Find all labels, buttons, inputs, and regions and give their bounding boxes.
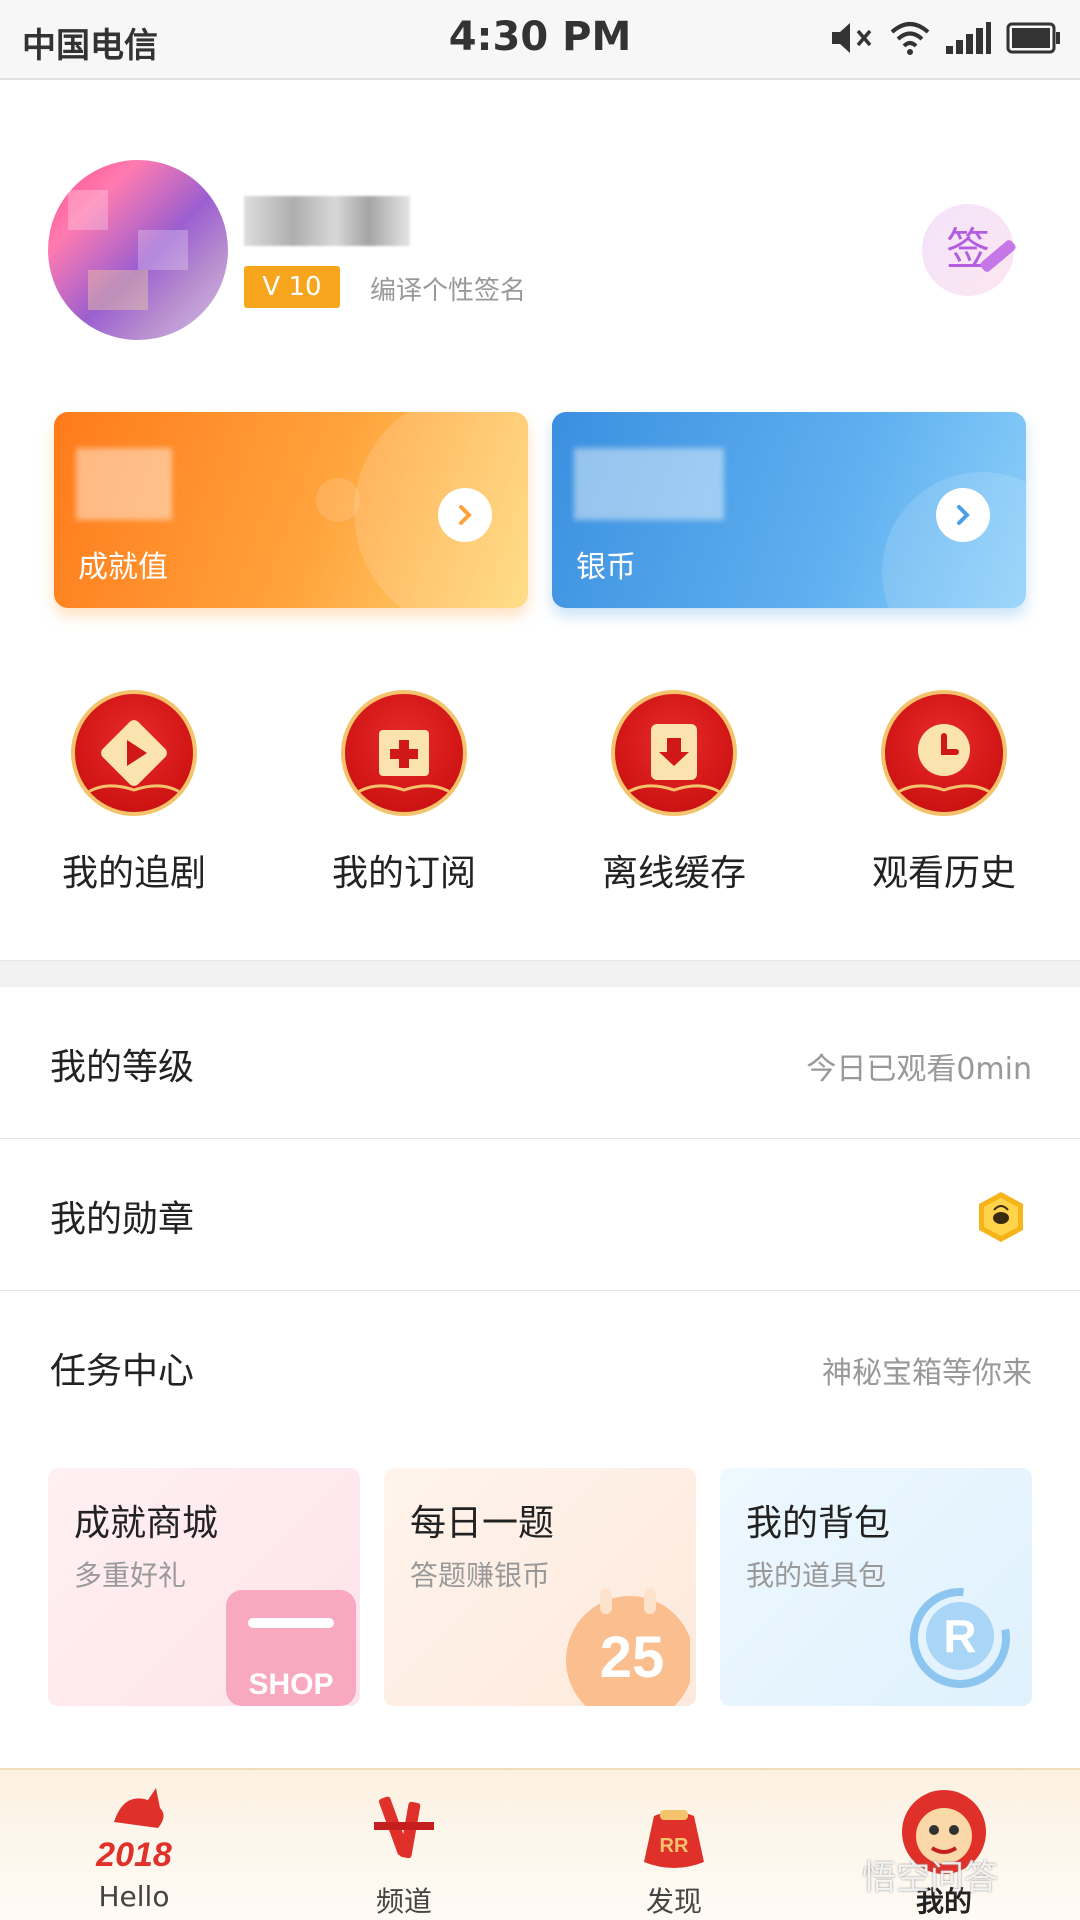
nickname-pixelated <box>244 196 410 246</box>
quick-offline-cache[interactable]: 离线缓存 <box>574 690 774 896</box>
task-card-my-backpack[interactable]: 我的背包 我的道具包 R <box>720 1468 1032 1706</box>
achievement-label: 成就值 <box>78 550 168 585</box>
silver-coin-value-pixelated <box>574 448 724 520</box>
status-icons <box>828 18 1062 58</box>
avatar[interactable] <box>48 160 228 340</box>
quick-my-series[interactable]: 我的追剧 <box>34 690 234 896</box>
row-hint: 神秘宝箱等你来 <box>822 1356 1032 1391</box>
task-subtitle: 答题赚银币 <box>410 1559 551 1592</box>
backpack-icon: R <box>890 1568 1020 1698</box>
battery-icon <box>1006 21 1062 55</box>
download-icon <box>611 690 737 816</box>
quick-watch-history[interactable]: 观看历史 <box>844 690 1044 896</box>
firecracker-icon <box>354 1782 454 1878</box>
task-title: 成就商城 <box>74 1503 219 1544</box>
svg-text:SHOP: SHOP <box>248 1668 333 1701</box>
silver-coin-label: 银币 <box>576 550 636 585</box>
achievement-card[interactable]: 成就值 <box>54 412 528 608</box>
dog-2018-icon: 2018 <box>84 1782 184 1878</box>
task-card-achievement-shop[interactable]: 成就商城 多重好礼 SHOP <box>48 1468 360 1706</box>
chevron-right-icon[interactable] <box>438 488 492 542</box>
quick-label: 离线缓存 <box>601 853 746 894</box>
nav-caption: 2018 <box>96 1836 172 1874</box>
quick-my-subscriptions[interactable]: 我的订阅 <box>304 690 504 896</box>
svg-text:R: R <box>943 1610 976 1662</box>
achievement-value-pixelated <box>76 448 172 520</box>
nav-label: 频道 <box>375 1885 432 1918</box>
calendar-day: 25 <box>599 1625 665 1690</box>
row-title: 我的勋章 <box>50 1199 195 1240</box>
quick-label: 我的追剧 <box>61 853 206 894</box>
task-card-daily-question[interactable]: 每日一题 答题赚银币 25 <box>384 1468 696 1706</box>
watermark-text: 悟空问答 <box>862 1858 998 1898</box>
signal-icon <box>944 20 992 56</box>
row-task-center[interactable]: 任务中心 神秘宝箱等你来 <box>0 1292 1080 1442</box>
silver-coin-card[interactable]: 银币 <box>552 412 1026 608</box>
calendar-icon: 25 <box>560 1580 694 1706</box>
nav-label: 发现 <box>645 1885 702 1918</box>
lucky-bag-icon: RR <box>624 1782 724 1878</box>
subscribe-icon <box>341 690 467 816</box>
status-bar: 中国电信 4:30 PM <box>0 0 1080 80</box>
shop-icon: SHOP <box>226 1578 356 1706</box>
svg-text:RR: RR <box>660 1835 689 1857</box>
mute-icon <box>828 18 876 58</box>
medal-icon <box>976 1190 1026 1244</box>
quick-label: 我的订阅 <box>331 853 476 894</box>
row-title: 任务中心 <box>50 1351 195 1392</box>
nav-channels[interactable]: 频道 <box>304 1770 504 1920</box>
nav-hello[interactable]: 2018 Hello <box>34 1770 234 1920</box>
clock-icon <box>881 690 1007 816</box>
row-my-medals[interactable]: 我的勋章 <box>0 1140 1080 1291</box>
row-my-level[interactable]: 我的等级 今日已观看0min <box>0 988 1080 1139</box>
task-title: 我的背包 <box>746 1503 891 1544</box>
play-icon <box>71 690 197 816</box>
quick-label: 观看历史 <box>871 853 1016 894</box>
wifi-icon <box>890 20 930 56</box>
nav-discover[interactable]: RR 发现 <box>574 1770 774 1920</box>
chevron-right-icon[interactable] <box>936 488 990 542</box>
row-title: 我的等级 <box>50 1047 195 1088</box>
nav-label: Hello <box>98 1880 170 1913</box>
section-divider <box>0 960 1080 987</box>
task-title: 每日一题 <box>410 1503 555 1544</box>
signature-text[interactable]: 编译个性签名 <box>370 270 526 307</box>
level-badge: V 10 <box>244 266 340 308</box>
task-subtitle: 多重好礼 <box>74 1559 187 1592</box>
task-subtitle: 我的道具包 <box>746 1559 887 1592</box>
row-hint: 今日已观看0min <box>806 1052 1032 1087</box>
